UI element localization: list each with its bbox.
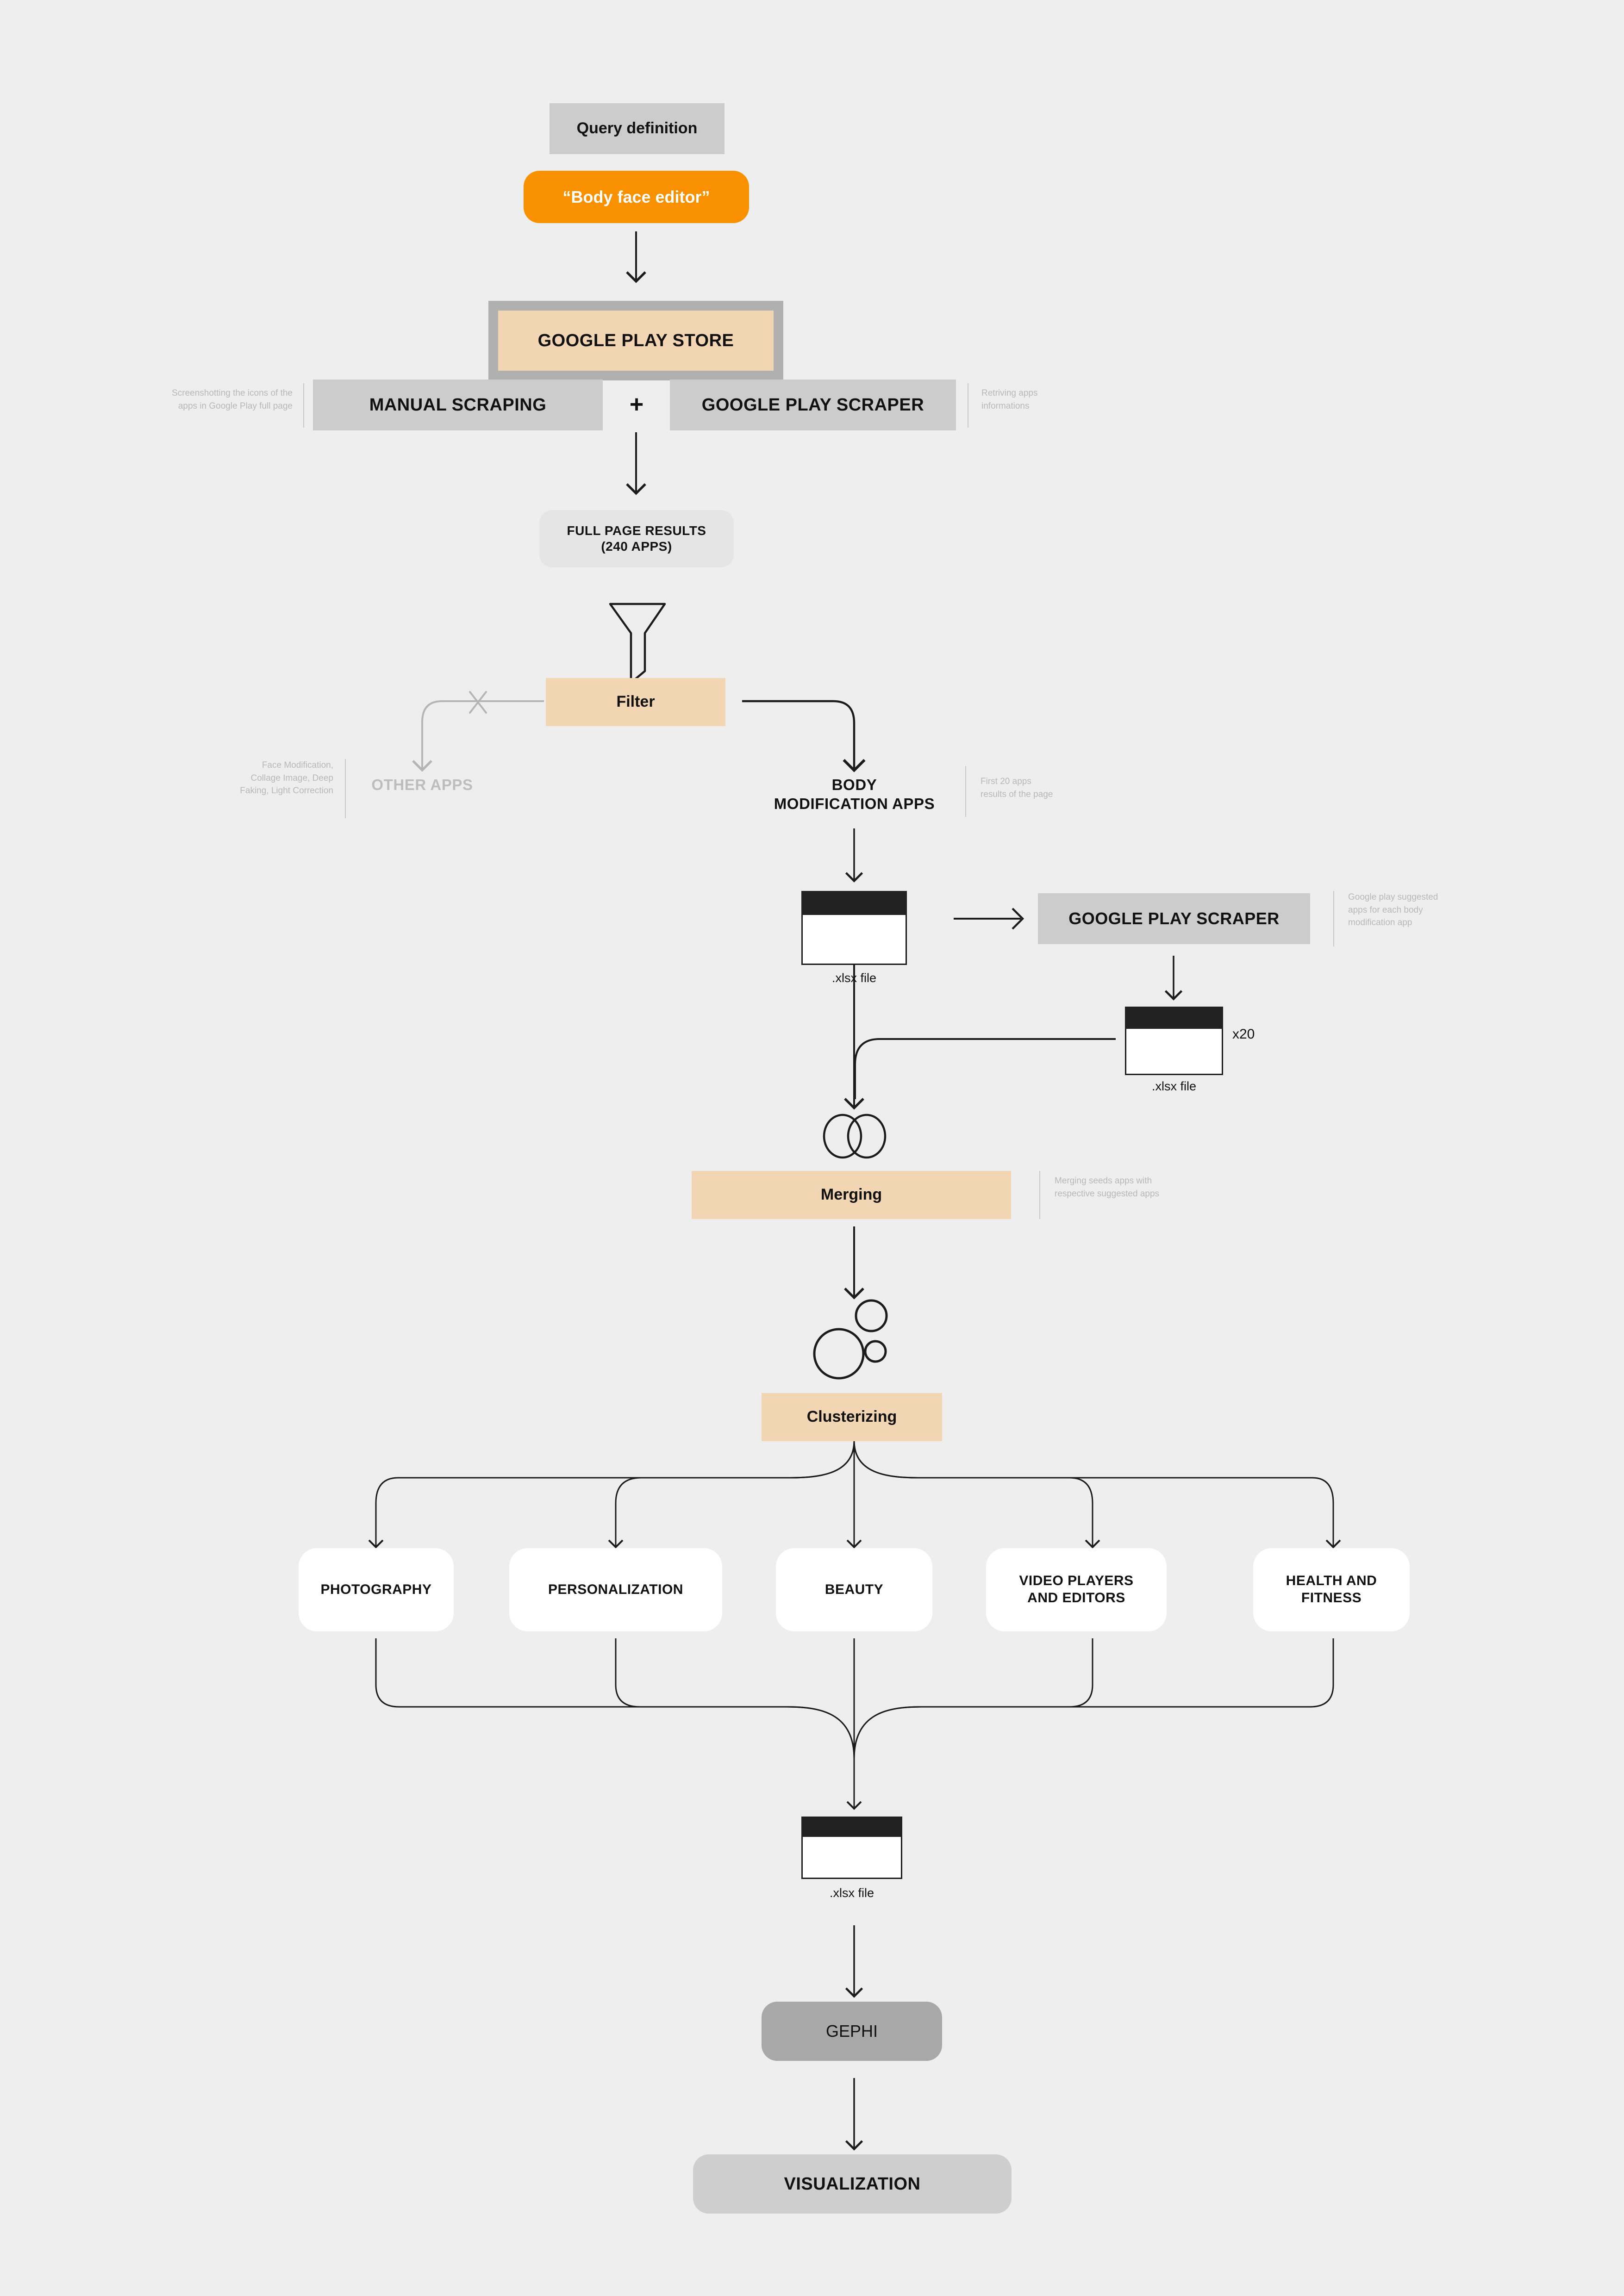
google-play-scraper-box-2[interactable]: GOOGLE PLAY SCRAPER (1038, 893, 1310, 944)
gephi-box[interactable]: GEPHI (762, 2002, 942, 2061)
query-value-box[interactable]: “Body face editor” (524, 171, 749, 223)
cluster-label-health-fitness: HEALTH AND FITNESS (1286, 1573, 1377, 1605)
google-play-scraper-box-1[interactable]: GOOGLE PLAY SCRAPER (670, 380, 956, 430)
google-play-store-box[interactable]: GOOGLE PLAY STORE (498, 311, 774, 371)
body-modification-apps-note: First 20 apps results of the page (981, 777, 1053, 799)
venn-icon (823, 1114, 887, 1159)
plus-label: + (629, 391, 644, 418)
cluster-label-personalization: PERSONALIZATION (548, 1581, 683, 1597)
cluster-label-photography: PHOTOGRAPHY (320, 1581, 432, 1597)
bubbles-icon (813, 1299, 888, 1380)
filter-label: Filter (616, 693, 655, 711)
funnel-icon (609, 603, 666, 684)
cluster-label-beauty: BEAUTY (824, 1581, 884, 1597)
final-file-caption: .xlsx file (829, 1886, 874, 1900)
google-play-store-frame: GOOGLE PLAY STORE (488, 301, 783, 380)
flowchart-canvas: Query definition “Body face editor” GOOG… (0, 0, 1624, 2296)
scraper2-note-divider (1333, 891, 1334, 946)
filter-box[interactable]: Filter (546, 678, 725, 726)
body-mod-note-divider (965, 766, 966, 817)
clusterizing-box[interactable]: Clusterizing (762, 1393, 942, 1441)
branch-filter-body-mod (742, 700, 866, 772)
cluster-pill-video-players[interactable]: VIDEO PLAYERS AND EDITORS (986, 1548, 1167, 1631)
cluster-pill-photography[interactable]: PHOTOGRAPHY (299, 1548, 454, 1631)
other-apps-note-divider (345, 759, 346, 818)
google-play-store-label: GOOGLE PLAY STORE (537, 330, 734, 350)
merging-label: Merging (820, 1186, 882, 1204)
body-modification-apps-label: BODY MODIFICATION APPS (774, 776, 935, 813)
spreadsheet-header-bar (1125, 1007, 1223, 1029)
query-definition-label: Query definition (576, 119, 698, 137)
google-play-scraper-note-1: Retriving apps informations (981, 388, 1038, 411)
visualization-label: VISUALIZATION (784, 2174, 921, 2194)
full-page-results-label: FULL PAGE RESULTS (240 APPS) (567, 523, 706, 554)
gephi-label: GEPHI (825, 2022, 878, 2041)
manual-scraping-label: MANUAL SCRAPING (369, 395, 547, 415)
other-apps-label: OTHER APPS (371, 776, 473, 793)
spreadsheet-icon-final (801, 1817, 902, 1879)
fanout-clusterizing-to-clusters (368, 1440, 1341, 1549)
full-page-results-box[interactable]: FULL PAGE RESULTS (240 APPS) (539, 510, 734, 567)
spreadsheet-icon-suggested (1125, 1007, 1223, 1075)
google-play-scraper-note-2: Google play suggested apps for each body… (1348, 892, 1438, 928)
plus-operator: + (611, 380, 662, 430)
cross-icon (469, 691, 487, 714)
merging-note-divider (1039, 1171, 1040, 1219)
suggested-file-multiplier: x20 (1232, 1027, 1255, 1042)
spreadsheet-header-bar (801, 1817, 902, 1837)
cluster-label-video-players: VIDEO PLAYERS AND EDITORS (1019, 1573, 1134, 1605)
query-value-label: “Body face editor” (562, 187, 710, 206)
merging-box[interactable]: Merging (692, 1171, 1011, 1219)
branch-filter-other-apps (412, 691, 544, 772)
manual-scraping-note: Screenshotting the icons of the apps in … (172, 388, 293, 411)
note-divider-left (303, 383, 304, 428)
visualization-box[interactable]: VISUALIZATION (693, 2154, 1012, 2214)
connector-layer (368, 231, 1341, 2151)
google-play-scraper-label-1: GOOGLE PLAY SCRAPER (701, 395, 924, 415)
cluster-pill-personalization[interactable]: PERSONALIZATION (509, 1548, 722, 1631)
clusterizing-label: Clusterizing (806, 1408, 897, 1426)
merging-note: Merging seeds apps with respective sugge… (1055, 1176, 1160, 1199)
cluster-pill-beauty[interactable]: BEAUTY (776, 1548, 932, 1631)
other-apps-note: Face Modification, Collage Image, Deep F… (240, 760, 333, 796)
spreadsheet-icon-seed (801, 891, 907, 965)
seed-file-caption: .xlsx file (831, 971, 877, 985)
manual-scraping-box[interactable]: MANUAL SCRAPING (313, 380, 603, 430)
arrow-suggested-to-merge-spine (854, 1038, 1116, 1099)
query-definition-box[interactable]: Query definition (550, 103, 725, 154)
spreadsheet-header-bar (801, 891, 907, 915)
cluster-pill-health-fitness[interactable]: HEALTH AND FITNESS (1253, 1548, 1410, 1631)
suggested-file-caption: .xlsx file (1151, 1079, 1197, 1093)
fanin-clusters-to-file (375, 1638, 1334, 1810)
google-play-scraper-label-2: GOOGLE PLAY SCRAPER (1068, 909, 1280, 928)
